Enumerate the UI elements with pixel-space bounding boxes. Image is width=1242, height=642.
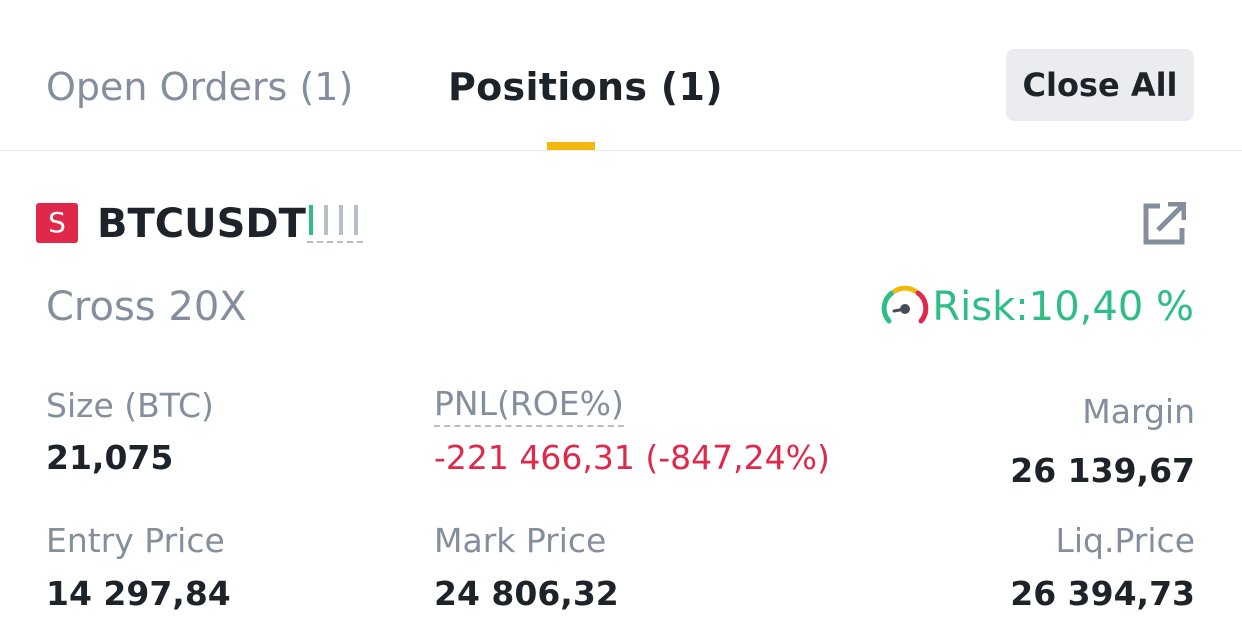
pnl-value: -221 466,31 (-847,24%) bbox=[434, 438, 830, 477]
signal-bars-icon[interactable] bbox=[307, 205, 363, 245]
tab-positions[interactable]: Positions (1) bbox=[448, 62, 723, 112]
pnl-label[interactable]: PNL(ROE%) bbox=[434, 384, 624, 427]
liq-price-value: 26 394,73 bbox=[1010, 574, 1195, 613]
margin-mode-label: Cross 20X bbox=[46, 284, 247, 330]
margin-label: Margin bbox=[1082, 392, 1195, 431]
positions-panel: Open Orders (1) Positions (1) Close All … bbox=[0, 0, 1242, 642]
risk-gauge-icon bbox=[881, 285, 929, 324]
mark-price-label: Mark Price bbox=[434, 521, 607, 560]
margin-value: 26 139,67 bbox=[1010, 451, 1195, 490]
short-side-badge: S bbox=[36, 203, 78, 243]
share-icon[interactable] bbox=[1142, 202, 1186, 246]
position-symbol: BTCUSDT bbox=[97, 201, 306, 247]
header-divider bbox=[0, 150, 1242, 151]
size-label: Size (BTC) bbox=[46, 386, 214, 425]
tab-bar: Open Orders (1) Positions (1) Close All bbox=[0, 0, 1242, 150]
entry-price-value: 14 297,84 bbox=[46, 574, 231, 613]
size-value: 21,075 bbox=[46, 438, 174, 477]
risk-ratio[interactable]: Risk:10,40 % bbox=[932, 282, 1194, 332]
mark-price-value: 24 806,32 bbox=[434, 574, 619, 613]
entry-price-label: Entry Price bbox=[46, 521, 225, 560]
liq-price-label: Liq.Price bbox=[1055, 521, 1196, 560]
tab-open-orders[interactable]: Open Orders (1) bbox=[46, 62, 353, 112]
active-tab-indicator bbox=[547, 142, 595, 150]
close-all-button[interactable]: Close All bbox=[1006, 49, 1194, 121]
